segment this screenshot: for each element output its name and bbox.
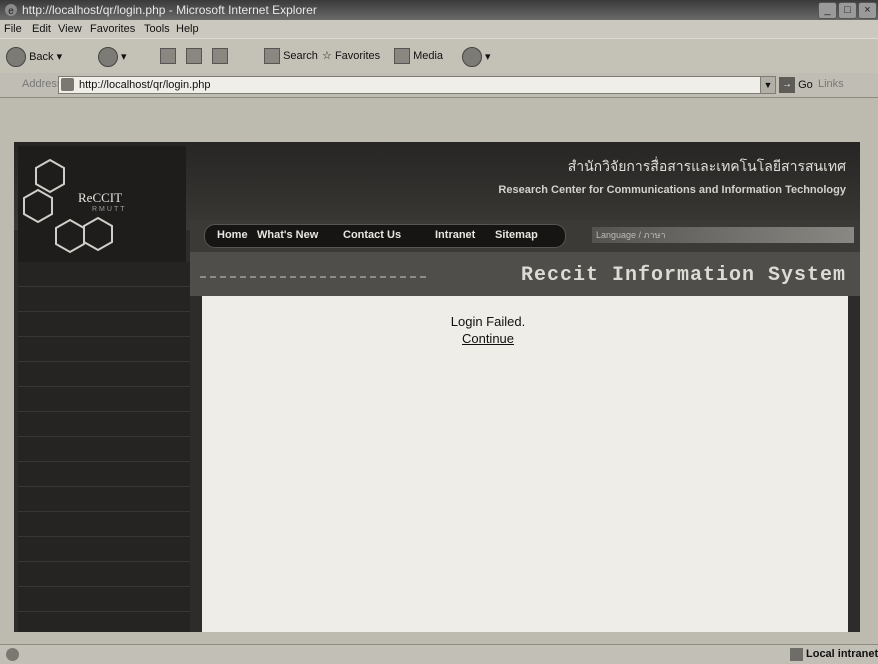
back-label: Back [29, 50, 54, 63]
menu-favorites[interactable]: Favorites [90, 20, 135, 38]
local-intranet-icon [790, 648, 803, 661]
window-title: http://localhost/qr/login.php - Microsof… [22, 3, 317, 17]
logo-text: ReCCIT [78, 190, 123, 205]
back-arrow-icon [6, 47, 26, 67]
menu-edit[interactable]: Edit [32, 20, 51, 38]
logo-subtext: RMUTT [92, 206, 127, 213]
system-title-bar: Reccit Information System [190, 252, 860, 296]
page-status-icon [6, 648, 19, 661]
menu-file[interactable]: File [4, 20, 22, 38]
system-title: Reccit Information System [520, 264, 846, 287]
thai-title: สำนักวิจัยการสื่อสารและเทคโนโลยีสารสนเทศ [567, 158, 846, 174]
refresh-icon [186, 48, 202, 65]
address-url: http://localhost/qr/login.php [79, 79, 211, 91]
history-button[interactable]: ▾ [462, 47, 491, 67]
nav-whats-new[interactable]: What's New [257, 229, 318, 241]
go-label: Go [798, 79, 813, 91]
address-bar: Address http://localhost/qr/login.php ▼ … [0, 73, 878, 98]
toolbar: Back ▾ ▾ Search ☆ Favorites Media ▾ [0, 38, 878, 74]
home-icon [212, 48, 228, 65]
continue-link[interactable]: Continue [202, 331, 774, 346]
links-label[interactable]: Links [818, 78, 844, 90]
address-input[interactable]: http://localhost/qr/login.php [58, 76, 762, 94]
svg-text:e: e [8, 6, 14, 17]
media-label: Media [413, 50, 444, 62]
stop-button[interactable] [160, 47, 176, 65]
main-content: Login Failed. Continue [202, 296, 848, 632]
favorites-button[interactable]: ☆ Favorites [322, 47, 380, 65]
go-arrow-icon: → [779, 77, 795, 94]
login-failed-message: Login Failed. [450, 314, 526, 329]
search-icon [264, 48, 280, 65]
forward-arrow-icon [98, 47, 118, 67]
refresh-button[interactable] [186, 47, 202, 65]
favorites-star-icon: ☆ [322, 50, 332, 62]
address-dropdown[interactable]: ▼ [760, 76, 776, 94]
page-icon [61, 78, 74, 91]
english-title: Research Center for Communications and I… [498, 184, 846, 196]
address-label: Address [22, 78, 63, 90]
menu-help[interactable]: Help [176, 20, 199, 38]
maximize-button[interactable]: □ [838, 2, 857, 19]
back-button[interactable]: Back ▾ [6, 47, 62, 67]
home-button[interactable] [212, 47, 228, 65]
sidebar [18, 262, 190, 632]
search-label: Search [283, 50, 318, 62]
zone-label: Local intranet [806, 648, 878, 660]
stop-icon [160, 48, 176, 65]
close-button[interactable]: × [858, 2, 877, 19]
search-button[interactable]: Search [264, 47, 318, 65]
nav-home[interactable]: Home [217, 229, 248, 241]
favorites-label: Favorites [334, 50, 381, 62]
language-selector[interactable]: Language / ภาษา [592, 227, 854, 243]
minimize-button[interactable]: _ [818, 2, 837, 19]
media-icon [394, 48, 410, 65]
nav-intranet[interactable]: Intranet [435, 229, 475, 241]
main-nav: Home What's New Contact Us Intranet Site… [204, 224, 566, 248]
status-bar: Local intranet [0, 644, 878, 664]
dashed-divider [200, 276, 426, 278]
nav-sitemap[interactable]: Sitemap [495, 229, 538, 241]
title-bar: e http://localhost/qr/login.php - Micros… [0, 0, 878, 20]
history-icon [462, 47, 482, 67]
menu-bar: File Edit View Favorites Tools Help [0, 20, 878, 38]
menu-view[interactable]: View [58, 20, 82, 38]
nav-strip: Home What's New Contact Us Intranet Site… [190, 220, 860, 252]
go-button[interactable]: → Go [779, 76, 813, 94]
ie-logo-icon: e [5, 4, 17, 17]
menu-tools[interactable]: Tools [144, 20, 170, 38]
site-logo[interactable]: ReCCIT RMUTT [18, 146, 186, 262]
media-button[interactable]: Media [394, 47, 443, 65]
page-viewport: สำนักวิจัยการสื่อสารและเทคโนโลยีสารสนเทศ… [14, 142, 860, 632]
forward-button[interactable]: ▾ [98, 47, 127, 67]
nav-contact-us[interactable]: Contact Us [343, 229, 401, 241]
